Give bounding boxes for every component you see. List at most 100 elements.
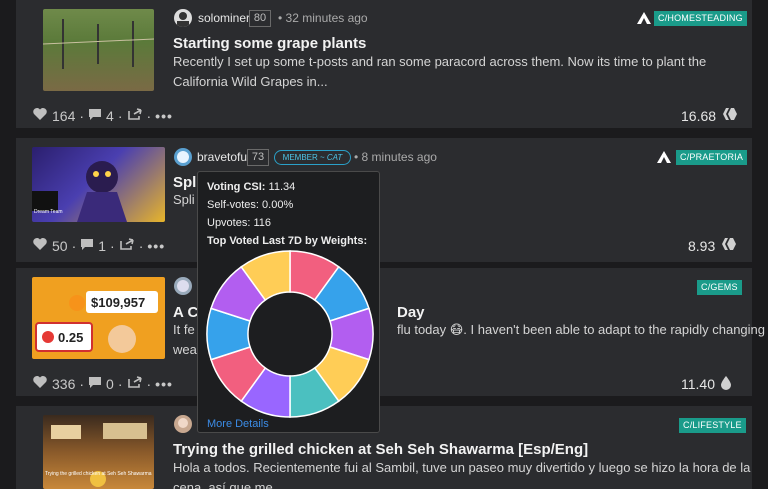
- post-summary-line[interactable]: flu today 😷. I haven't been able to adap…: [397, 320, 765, 340]
- separator: ·: [117, 375, 123, 392]
- community-badge[interactable]: C/GEMS: [697, 280, 742, 295]
- community-badge[interactable]: C/PRAETORIA: [676, 150, 748, 165]
- avatar[interactable]: [174, 148, 192, 166]
- post-thumbnail[interactable]: Dream Team: [32, 147, 165, 222]
- comment-icon[interactable]: [88, 376, 102, 392]
- reblog-icon[interactable]: [127, 107, 143, 124]
- member-prefix: MEMBER ~: [282, 153, 327, 162]
- reblog-icon[interactable]: [127, 375, 143, 392]
- member-role: CAT: [326, 153, 343, 162]
- post-thumbnail[interactable]: Trying the grilled chicken at Seh Seh Sh…: [43, 415, 154, 489]
- post-title[interactable]: A C: [173, 304, 198, 321]
- thumbnail-image: [51, 423, 147, 487]
- avatar[interactable]: [174, 9, 192, 27]
- community-badge[interactable]: C/LIFESTYLE: [679, 418, 746, 433]
- post-title-continued[interactable]: Day: [397, 304, 425, 321]
- separator: ·: [71, 237, 77, 254]
- post-summary-line[interactable]: California Wild Grapes in...: [173, 72, 328, 92]
- vote-count[interactable]: 336: [52, 376, 75, 392]
- payout-value[interactable]: 11.40: [681, 376, 715, 392]
- community-logo-icon: [656, 150, 672, 169]
- post-summary-line[interactable]: cena, así que me...: [173, 478, 284, 489]
- post-time: • 32 minutes ago: [278, 11, 368, 25]
- post-card: $109,957 0.25 C/GEMS A C Day It fe flu t…: [16, 268, 765, 396]
- separator: ·: [79, 107, 85, 124]
- voting-csi-label: Voting CSI:: [207, 181, 266, 193]
- upvotes: Upvotes: 116: [207, 217, 271, 229]
- member-role-badge: MEMBER ~ CAT: [274, 150, 351, 165]
- top-voted-donut-chart[interactable]: [205, 249, 375, 419]
- vote-count[interactable]: 164: [52, 108, 75, 124]
- post-summary-line[interactable]: wea: [173, 340, 197, 360]
- hive-icon: [720, 237, 737, 254]
- upvotes-value: 116: [253, 217, 272, 229]
- post-title[interactable]: Trying the grilled chicken at Seh Seh Sh…: [173, 441, 588, 458]
- upvotes-label: Upvotes:: [207, 217, 251, 229]
- self-votes: Self-votes: 0.00%: [207, 199, 293, 211]
- droplet-icon: [720, 375, 732, 393]
- post-time-text: 32 minutes ago: [285, 11, 368, 25]
- heart-icon[interactable]: [32, 107, 48, 124]
- comment-count[interactable]: 4: [106, 108, 114, 124]
- payout-value[interactable]: 16.68: [681, 108, 716, 124]
- post-thumbnail[interactable]: $109,957 0.25: [32, 277, 165, 359]
- post-title[interactable]: Starting some grape plants: [173, 35, 366, 52]
- post-time: • 8 minutes ago: [354, 150, 437, 164]
- post-card: Trying the grilled chicken at Seh Seh Sh…: [16, 406, 752, 489]
- comment-icon[interactable]: [80, 238, 94, 254]
- post-stats: 336 · 0 · · •••: [32, 375, 173, 392]
- post-stats: 164 · 4 · · •••: [32, 107, 173, 124]
- avatar[interactable]: [174, 415, 192, 433]
- post-summary-line[interactable]: Recently I set up some t-posts and ran s…: [173, 52, 706, 72]
- separator: ·: [110, 237, 115, 254]
- thumbnail-image: [35, 291, 158, 353]
- payout-value[interactable]: 8.93: [688, 238, 715, 254]
- post-summary-line[interactable]: Spli: [173, 190, 195, 210]
- post-time-text: 8 minutes ago: [361, 150, 437, 164]
- thumbnail-value: 0.25: [58, 330, 84, 345]
- vote-count[interactable]: 50: [52, 238, 68, 254]
- comment-count[interactable]: 1: [98, 238, 106, 254]
- post-card: solominer 80 • 32 minutes ago C/HOMESTEA…: [16, 0, 752, 128]
- self-votes-value: 0.00%: [262, 199, 294, 211]
- voting-csi: Voting CSI: 11.34: [207, 181, 295, 193]
- separator: ·: [146, 107, 152, 124]
- comment-icon[interactable]: [88, 108, 102, 124]
- post-summary-line[interactable]: Hola a todos. Recientemente fui al Sambi…: [173, 458, 750, 478]
- reblog-icon[interactable]: [119, 237, 135, 254]
- post-stats: 50 · 1 · · •••: [32, 237, 165, 254]
- author-name[interactable]: bravetofu: [197, 150, 247, 164]
- payout[interactable]: 11.40: [681, 375, 732, 393]
- post-thumbnail[interactable]: [43, 9, 154, 91]
- more-icon[interactable]: •••: [147, 238, 165, 254]
- author-name[interactable]: solominer: [198, 11, 250, 25]
- hive-icon: [721, 107, 738, 124]
- avatar[interactable]: [174, 277, 192, 295]
- thumbnail-image: [43, 19, 154, 69]
- thumbnail-caption: Dream Team: [34, 209, 63, 215]
- comment-count[interactable]: 0: [106, 376, 114, 392]
- voting-csi-value: 11.34: [268, 181, 296, 193]
- more-icon[interactable]: •••: [155, 376, 173, 392]
- reputation-badge: 73: [247, 149, 269, 166]
- separator: ·: [117, 107, 123, 124]
- self-votes-label: Self-votes:: [207, 199, 259, 211]
- top-voted-heading: Top Voted Last 7D by Weights:: [207, 235, 367, 247]
- separator: ·: [79, 375, 85, 392]
- top-voted-label: Top Voted Last 7D by Weights:: [207, 235, 368, 247]
- voter-stats-popover: Voting CSI: 11.34 Self-votes: 0.00% Upvo…: [197, 171, 380, 433]
- separator: ·: [146, 375, 152, 392]
- community-badge[interactable]: C/HOMESTEADING: [654, 11, 747, 26]
- payout[interactable]: 16.68: [681, 107, 738, 124]
- thumbnail-price: $109,957: [91, 295, 146, 310]
- heart-icon[interactable]: [32, 375, 48, 392]
- more-icon[interactable]: •••: [155, 108, 173, 124]
- post-summary-line[interactable]: It fe: [173, 320, 195, 340]
- thumbnail-caption: Trying the grilled chicken at Seh Seh Sh…: [45, 471, 152, 477]
- more-details-link[interactable]: More Details: [207, 418, 269, 430]
- donut-hole: [249, 293, 331, 375]
- post-card: Dream Team bravetofu 73 • 8 minutes ago …: [16, 138, 752, 262]
- payout[interactable]: 8.93: [688, 237, 737, 254]
- heart-icon[interactable]: [32, 237, 48, 254]
- reputation-badge: 80: [249, 10, 271, 27]
